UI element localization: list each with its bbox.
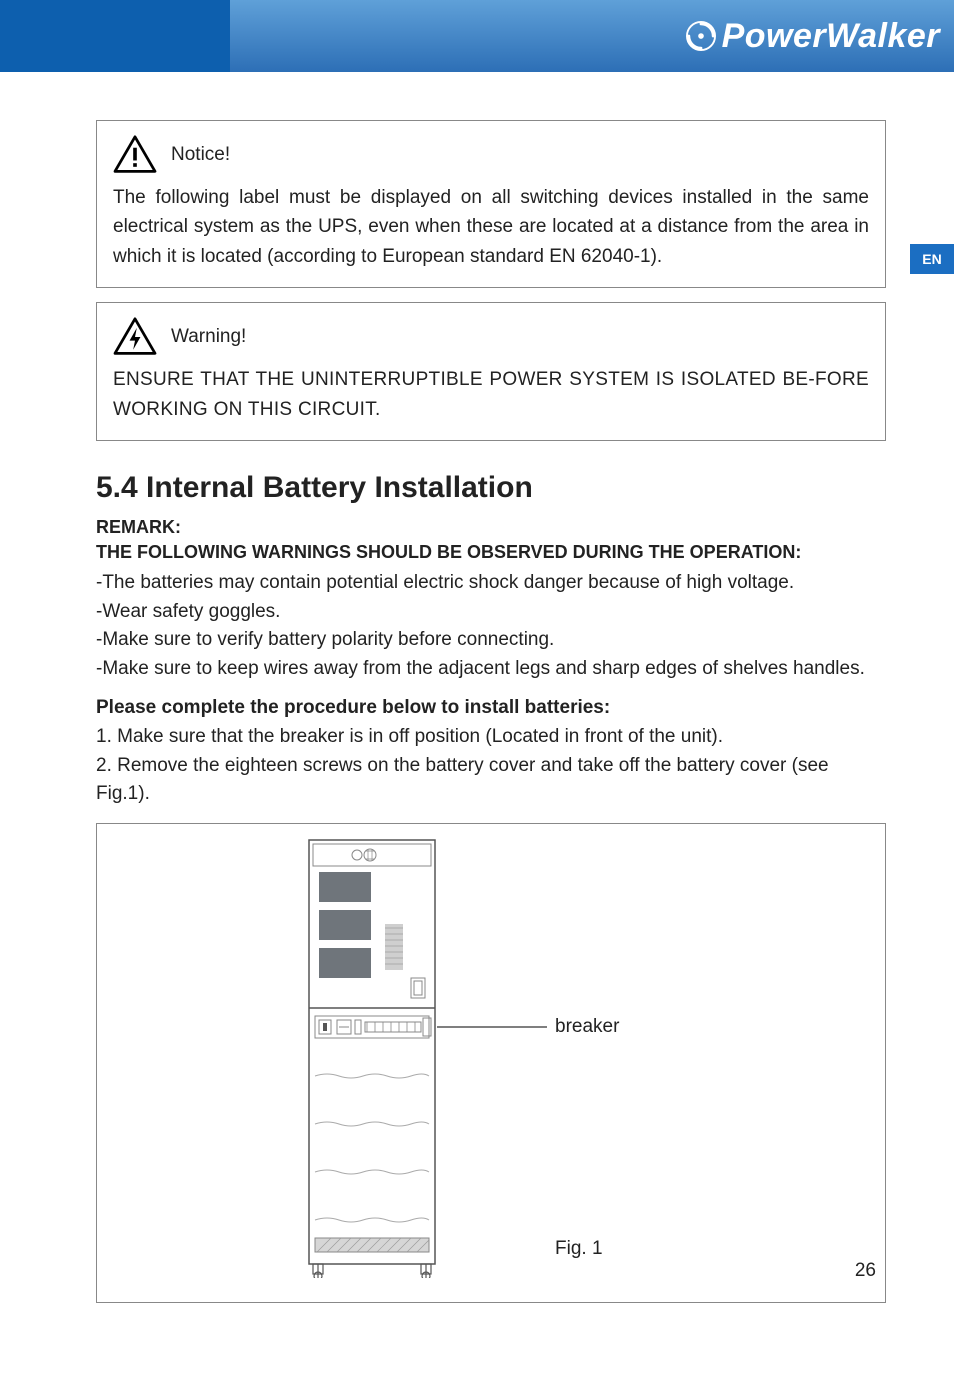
list-item: -Make sure to verify battery polarity be…	[96, 626, 886, 655]
list-item: -The batteries may contain potential ele…	[96, 569, 886, 598]
header-accent-block	[0, 0, 230, 72]
list-item: -Make sure to keep wires away from the a…	[96, 655, 886, 684]
procedure-steps: 1. Make sure that the breaker is in off …	[96, 723, 886, 809]
header-bar: PowerWalker	[0, 0, 954, 72]
notice-body: The following label must be displayed on…	[113, 183, 869, 271]
brand-swirl-icon	[686, 21, 716, 51]
remark-heading: THE FOLLOWING WARNINGS SHOULD BE OBSERVE…	[96, 542, 886, 563]
procedure-heading: Please complete the procedure below to i…	[96, 697, 886, 719]
warning-icon	[113, 317, 157, 357]
warning-callout: Warning! ENSURE THAT THE UNINTERRUPTIBLE…	[96, 302, 886, 441]
language-tab-label: EN	[922, 251, 941, 267]
list-item: 2. Remove the eighteen screws on the bat…	[96, 752, 886, 809]
warning-bullets: -The batteries may contain potential ele…	[96, 569, 886, 683]
remark-label: REMARK:	[96, 517, 886, 538]
brand-logo: PowerWalker	[686, 17, 940, 56]
warning-body: ENSURE THAT THE UNINTERRUPTIBLE POWER SY…	[113, 365, 869, 424]
list-item: 1. Make sure that the breaker is in off …	[96, 723, 886, 752]
figure-breaker-label: breaker	[555, 1016, 619, 1038]
figure-box: breaker Fig. 1	[96, 823, 886, 1303]
header-gradient: PowerWalker	[230, 0, 954, 72]
list-item: -Wear safety goggles.	[96, 598, 886, 627]
brand-name: PowerWalker	[722, 17, 940, 56]
content-area: Notice! The following label must be disp…	[96, 120, 886, 1303]
figure-caption: Fig. 1	[555, 1238, 603, 1260]
figure-leader-line	[97, 824, 885, 1302]
page: PowerWalker EN Notice! The following lab…	[0, 0, 954, 1382]
warning-title: Warning!	[171, 326, 246, 348]
notice-title: Notice!	[171, 144, 230, 166]
notice-icon	[113, 135, 157, 175]
section-heading: 5.4 Internal Battery Installation	[96, 471, 886, 505]
warning-title-row: Warning!	[113, 317, 869, 357]
page-number: 26	[855, 1260, 876, 1282]
notice-callout: Notice! The following label must be disp…	[96, 120, 886, 288]
notice-title-row: Notice!	[113, 135, 869, 175]
language-tab[interactable]: EN	[910, 244, 954, 274]
